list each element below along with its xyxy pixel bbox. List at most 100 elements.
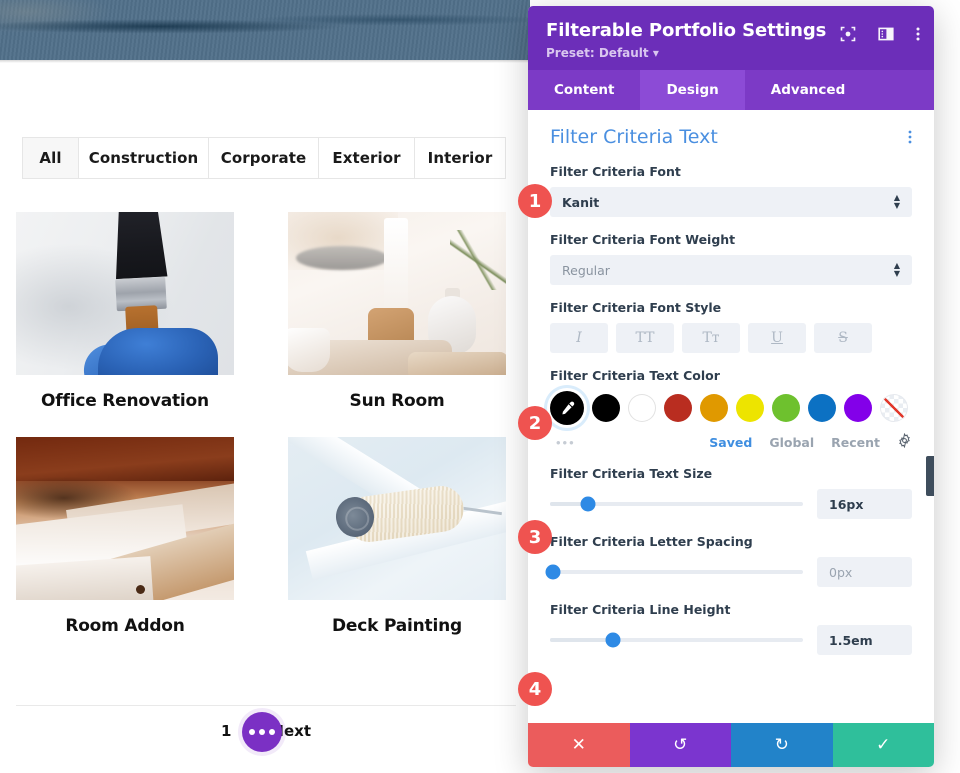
project-title[interactable]: Deck Painting: [288, 616, 506, 636]
project-title[interactable]: Sun Room: [288, 391, 506, 411]
section-title[interactable]: Filter Criteria Text: [550, 126, 718, 148]
preset-selector[interactable]: Preset: Default ▾: [546, 46, 916, 60]
swatch-transparent[interactable]: [880, 394, 908, 422]
portfolio-item[interactable]: Deck Painting: [288, 437, 506, 636]
swatch-black[interactable]: [592, 394, 620, 422]
portfolio-filter-bar[interactable]: All Construction Corporate Exterior Inte…: [22, 137, 506, 179]
field-label: Filter Criteria Text Size: [550, 466, 713, 481]
color-tab-links: Saved Global Recent: [709, 432, 912, 451]
line-height-slider[interactable]: [550, 632, 803, 648]
section-header: Filter Criteria Text: [550, 126, 912, 148]
filter-tab-exterior[interactable]: Exterior: [319, 138, 415, 178]
modal-header-icons: [840, 26, 920, 47]
portfolio-item[interactable]: Room Addon: [16, 437, 234, 636]
project-image-deck-painting[interactable]: [288, 437, 506, 600]
project-image-room-addon[interactable]: [16, 437, 234, 600]
italic-button[interactable]: I: [550, 323, 608, 353]
field-filter-criteria-font-weight: Filter Criteria Font Weight Regular ▲ ▼: [550, 232, 912, 285]
font-select-value: Kanit: [562, 194, 600, 210]
vertical-dots-menu-icon[interactable]: [916, 26, 920, 47]
tab-advanced[interactable]: Advanced: [745, 70, 871, 110]
modal-tabs: Content Design Advanced: [528, 70, 934, 110]
color-options-row: ••• Saved Global Recent: [550, 432, 912, 451]
modal-scrollbar[interactable]: [926, 456, 934, 496]
color-tab-global[interactable]: Global: [769, 435, 814, 450]
line-height-slider-row: 1.5em: [550, 625, 912, 655]
field-filter-criteria-text-color: Filter Criteria Text Color ••• Saved Glo…: [550, 368, 912, 451]
slider-knob[interactable]: [580, 496, 596, 512]
swatch-blue[interactable]: [808, 394, 836, 422]
tab-design[interactable]: Design: [640, 70, 745, 110]
swatch-orange[interactable]: [700, 394, 728, 422]
portfolio-grid: Office Renovation Sun Room Room Addon De…: [16, 212, 516, 636]
portfolio-item[interactable]: Sun Room: [288, 212, 506, 411]
website-preview: All Construction Corporate Exterior Inte…: [0, 0, 530, 773]
underline-button[interactable]: U: [748, 323, 806, 353]
tab-content[interactable]: Content: [528, 70, 640, 110]
color-tab-recent[interactable]: Recent: [831, 435, 880, 450]
pagination-page-1[interactable]: 1: [221, 722, 231, 740]
three-dots-icon[interactable]: •••: [556, 435, 576, 450]
field-label: Filter Criteria Letter Spacing: [550, 534, 753, 549]
project-title[interactable]: Room Addon: [16, 616, 234, 636]
text-size-slider-row: 16px: [550, 489, 912, 519]
field-filter-criteria-letter-spacing: Filter Criteria Letter Spacing 0px: [545, 534, 912, 587]
field-label: Filter Criteria Font Weight: [550, 232, 736, 247]
font-weight-select[interactable]: Regular ▲ ▼: [550, 255, 912, 285]
filter-tab-interior[interactable]: Interior: [415, 138, 505, 178]
filter-tab-construction[interactable]: Construction: [79, 138, 209, 178]
project-image-sun-room[interactable]: [288, 212, 506, 375]
field-filter-criteria-font: Filter Criteria Font Kanit ▲ ▼: [550, 164, 912, 217]
swatch-green[interactable]: [772, 394, 800, 422]
font-select[interactable]: Kanit ▲ ▼: [550, 187, 912, 217]
field-label: Filter Criteria Line Height: [550, 602, 731, 617]
text-size-value[interactable]: 16px: [817, 489, 912, 519]
slider-knob[interactable]: [545, 564, 561, 580]
swatch-dark-red[interactable]: [664, 394, 692, 422]
screenshot-root: All Construction Corporate Exterior Inte…: [0, 0, 960, 773]
project-title[interactable]: Office Renovation: [16, 391, 234, 411]
field-label: Filter Criteria Text Color: [550, 368, 720, 383]
modal-body: Filter Criteria Text Filter Criteria Fon…: [528, 110, 934, 723]
uppercase-button[interactable]: TT: [616, 323, 674, 353]
field-filter-criteria-line-height: Filter Criteria Line Height 1.5em: [550, 602, 912, 655]
redo-button[interactable]: ↻: [731, 723, 833, 767]
panel-layout-icon[interactable]: [878, 26, 894, 47]
save-button[interactable]: ✓: [832, 723, 934, 767]
undo-button[interactable]: ↺: [629, 723, 731, 767]
eyedropper-icon[interactable]: [550, 391, 584, 425]
modal-header: Filterable Portfolio Settings Preset: De…: [528, 6, 934, 70]
filter-tab-all[interactable]: All: [23, 138, 79, 178]
swatch-yellow[interactable]: [736, 394, 764, 422]
preset-label: Preset: Default: [546, 46, 649, 60]
annotation-badge-1: 1: [518, 184, 552, 218]
color-tab-saved[interactable]: Saved: [709, 435, 752, 450]
section-menu-icon[interactable]: [908, 129, 912, 145]
field-filter-criteria-text-size: Filter Criteria Text Size 16px: [550, 466, 912, 519]
project-image-office-renovation[interactable]: [16, 212, 234, 375]
annotation-badge-3: 3: [518, 520, 552, 554]
filter-tab-corporate[interactable]: Corporate: [209, 138, 319, 178]
letter-spacing-value[interactable]: 0px: [817, 557, 912, 587]
modal-footer: ✕ ↺ ↻ ✓: [528, 723, 934, 767]
cancel-button[interactable]: ✕: [528, 723, 630, 767]
small-caps-button[interactable]: Tᴛ: [682, 323, 740, 353]
strikethrough-button[interactable]: S: [814, 323, 872, 353]
field-label: Filter Criteria Font: [550, 164, 681, 179]
filter-tab-label: Exterior: [332, 149, 401, 167]
gear-icon[interactable]: [897, 432, 912, 451]
color-swatch-row: [550, 391, 912, 425]
portfolio-item[interactable]: Office Renovation: [16, 212, 234, 411]
focus-target-icon[interactable]: [840, 26, 856, 47]
slider-knob[interactable]: [605, 632, 621, 648]
line-height-value[interactable]: 1.5em: [817, 625, 912, 655]
annotation-badge-2: 2: [518, 406, 552, 440]
filter-tab-label: All: [39, 149, 62, 167]
letter-spacing-slider[interactable]: [545, 564, 803, 580]
swatch-white[interactable]: [628, 394, 656, 422]
settings-modal: Filterable Portfolio Settings Preset: De…: [528, 6, 934, 767]
hero-image: [0, 0, 530, 60]
swatch-purple[interactable]: [844, 394, 872, 422]
text-size-slider[interactable]: [550, 496, 803, 512]
three-dots-cursor-icon: [242, 712, 282, 752]
